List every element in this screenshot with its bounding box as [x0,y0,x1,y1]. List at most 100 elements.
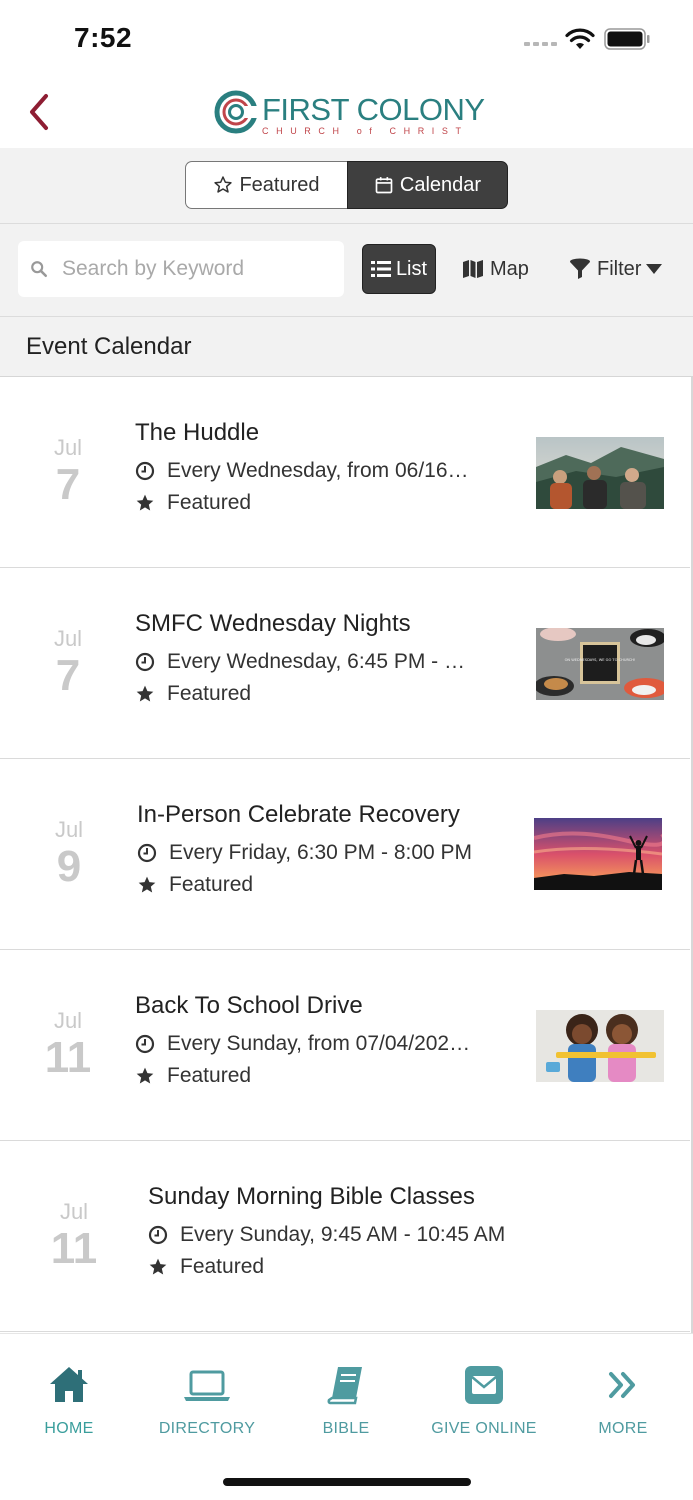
event-month: Jul [53,435,83,460]
sunset-silhouette-photo [534,818,662,890]
tab-calendar-label: Calendar [399,173,482,196]
section-title: Event Calendar [26,333,192,360]
filter-button[interactable]: Filter [568,244,663,294]
tab-calendar[interactable]: Calendar [347,161,508,209]
envelope-icon [465,1366,503,1404]
event-title: In-Person Celebrate Recovery [137,801,460,828]
status-bar: 7:52 [0,0,693,78]
logo-subtitle: CHURCH of CHRIST [262,126,469,136]
event-details: Sunday Morning Bible Classes Every Sunda… [148,1183,505,1279]
event-row[interactable]: Jul 9 In-Person Celebrate Recovery Every… [0,759,690,950]
search-input[interactable] [62,257,322,281]
clock-icon [137,843,157,863]
clock-icon [135,461,155,481]
mountain-friends-photo [536,437,664,509]
status-time: 7:52 [74,22,133,53]
event-day: 9 [56,842,82,891]
event-day: 7 [55,651,81,700]
event-tag-text: Featured [169,873,254,896]
event-details: In-Person Celebrate Recovery Every Frida… [137,801,472,897]
star-icon [136,685,154,702]
event-date: Jul 11 [28,1008,108,1080]
event-title: Sunday Morning Bible Classes [148,1183,475,1210]
event-details: The Huddle Every Wednesday, from 06/16… … [135,419,469,515]
laptop-icon [184,1370,230,1401]
event-schedule: Every Friday, 6:30 PM - 8:00 PM [137,841,472,865]
event-day: 11 [50,1224,98,1273]
event-month: Jul [54,817,84,842]
list-icon [370,261,391,277]
event-date: Jul 11 [34,1199,114,1271]
event-tag-text: Featured [167,1064,252,1087]
event-tag-text: Featured [180,1255,265,1278]
logo-rings-icon [214,90,258,134]
event-day: 11 [44,1033,92,1082]
event-schedule: Every Wednesday, 6:45 PM - … [135,650,465,674]
logo-title: FIRST COLONY [262,92,485,127]
segmented-control: Featured Calendar [0,148,693,224]
list-view-label: List [395,257,428,280]
caret-down-icon [646,264,663,274]
filter-label: Filter [597,257,642,280]
back-chevron-icon[interactable] [22,92,56,132]
book-icon [327,1367,362,1405]
star-icon [149,1258,167,1275]
event-thumbnail: ON WEDNESDAYS, WE GO TO CHURCH! [536,628,664,700]
event-tag: Featured [135,682,465,706]
home-indicator[interactable] [223,1478,471,1486]
event-schedule: Every Sunday, 9:45 AM - 10:45 AM [148,1223,505,1247]
event-thumbnail [536,437,664,509]
event-day: 7 [55,460,81,509]
church-logo: FIRST COLONY CHURCH of CHRIST [214,88,485,138]
tab-directory-label: DIRECTORY [158,1420,256,1437]
chalkboard-text: ON WEDNESDAYS, WE GO TO CHURCH! [565,658,636,662]
calendar-icon [375,177,393,194]
clock-icon [135,652,155,672]
search-box[interactable] [18,241,344,297]
event-row[interactable]: Jul 7 SMFC Wednesday Nights Every Wednes… [0,568,690,759]
tab-bible[interactable]: BIBLE [277,1364,415,1438]
event-row[interactable]: Jul 11 Back To School Drive Every Sunday… [0,950,690,1141]
event-schedule: Every Wednesday, from 06/16… [135,459,469,483]
tab-more[interactable]: MORE [554,1364,692,1438]
event-details: Back To School Drive Every Sunday, from … [135,992,470,1088]
event-schedule-text: Every Wednesday, from 06/16… [167,459,469,482]
event-thumbnail [536,1010,664,1082]
wifi-icon [565,28,595,49]
event-month: Jul [53,626,83,651]
tab-home-label: HOME [44,1420,94,1437]
tab-directory[interactable]: DIRECTORY [138,1364,276,1438]
list-toolbar: List Map Filter [0,224,693,317]
star-icon [136,494,154,511]
event-row[interactable]: Jul 7 The Huddle Every Wednesday, from 0… [0,377,690,568]
list-view-button[interactable]: List [362,244,436,294]
event-title: Back To School Drive [135,992,363,1019]
event-month: Jul [53,1008,83,1033]
event-date: Jul 7 [28,435,108,507]
star-icon [138,876,156,893]
kids-school-photo [536,1010,664,1082]
event-row[interactable]: Jul 11 Sunday Morning Bible Classes Ever… [0,1141,690,1332]
home-icon [50,1367,88,1402]
event-tag-text: Featured [167,491,252,514]
event-schedule-text: Every Sunday, from 07/04/202… [167,1032,471,1055]
event-tag: Featured [137,873,472,897]
tab-more-label: MORE [598,1420,648,1437]
event-title: SMFC Wednesday Nights [135,610,411,637]
map-view-label: Map [490,257,529,280]
event-tag: Featured [135,491,469,515]
event-details: SMFC Wednesday Nights Every Wednesday, 6… [135,610,465,706]
event-schedule-text: Every Friday, 6:30 PM - 8:00 PM [169,841,473,864]
double-chevron-icon [609,1372,635,1398]
tab-give-online[interactable]: GIVE ONLINE [415,1364,553,1438]
map-view-button[interactable]: Map [462,244,529,294]
event-tag: Featured [148,1255,505,1279]
star-icon [136,1067,154,1084]
event-date: Jul 7 [28,626,108,698]
event-list: Jul 7 The Huddle Every Wednesday, from 0… [0,377,693,1333]
event-month: Jul [59,1199,89,1224]
tab-home[interactable]: HOME [0,1364,138,1438]
signal-icon [524,42,557,46]
tab-featured[interactable]: Featured [185,161,347,209]
event-tag: Featured [135,1064,470,1088]
